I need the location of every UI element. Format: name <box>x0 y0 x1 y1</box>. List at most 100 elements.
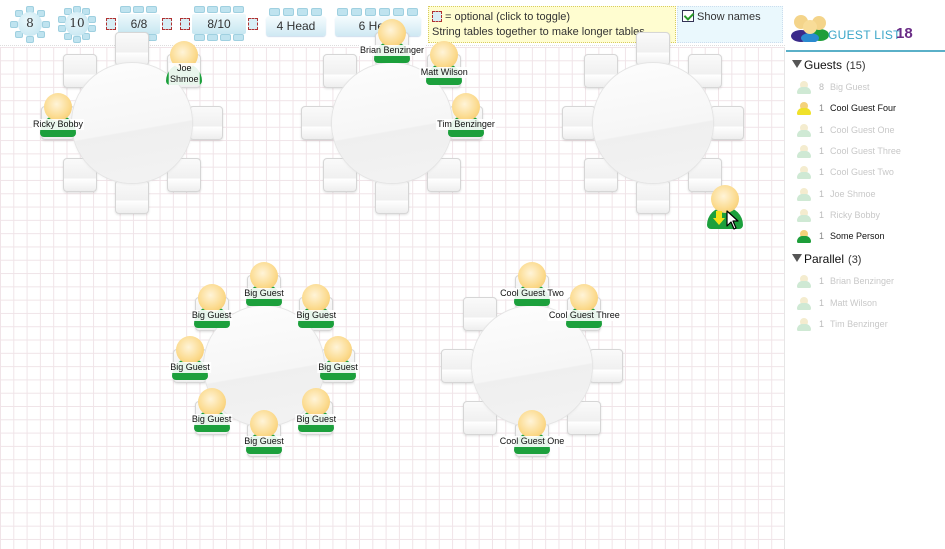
guest-group-header[interactable]: Guests (15) <box>792 58 866 72</box>
guest-head-icon <box>518 262 546 290</box>
chair[interactable] <box>375 180 409 214</box>
mouse-cursor-icon <box>726 210 739 230</box>
guest-quantity: 1 <box>819 188 825 199</box>
seated-guest[interactable]: Matt Wilson <box>419 40 469 91</box>
optional-seat-toggle[interactable] <box>180 18 190 30</box>
guest-name-label: Cool Guest One <box>498 436 566 447</box>
chair-icon <box>73 35 81 43</box>
palette-label: 8 <box>26 16 34 30</box>
chair[interactable] <box>589 349 623 383</box>
guest-list-item[interactable]: 1 Ricky Bobby <box>796 208 941 226</box>
guest-name: Cool Guest Three <box>830 145 901 156</box>
round-table[interactable] <box>593 63 713 183</box>
guest-head-icon <box>378 19 406 47</box>
group-name: Guests <box>804 58 843 72</box>
chair[interactable] <box>441 349 475 383</box>
guest-list-item[interactable]: 1 Cool Guest Two <box>796 165 941 183</box>
seated-guest[interactable]: Big Guest <box>190 388 233 438</box>
seated-guest[interactable]: Big Guest <box>169 336 211 386</box>
seated-guest[interactable]: Cool Guest One <box>498 410 566 460</box>
guest-name-label: Joe Shmoe <box>169 62 200 85</box>
guest-list-item[interactable]: 1 Tim Benzinger <box>796 317 941 335</box>
guest-list-item[interactable]: 1 Some Person <box>796 229 941 247</box>
person-yellow-icon <box>796 102 812 116</box>
seated-guest[interactable]: Brian Benzinger <box>358 19 426 69</box>
guest-head-icon <box>518 410 546 438</box>
guest-group-header[interactable]: Parallel (3) <box>792 252 861 266</box>
optional-seat-toggle[interactable] <box>162 18 172 30</box>
show-names-box: Show names <box>677 6 783 43</box>
group-count: (15) <box>846 60 866 72</box>
guest-head-icon <box>197 283 226 312</box>
person-icon <box>796 187 812 202</box>
chair[interactable] <box>115 180 149 214</box>
seated-guest[interactable]: Cool Guest Two <box>499 262 565 312</box>
seated-guest[interactable]: Ricky Bobby <box>31 93 85 143</box>
guest-head-icon <box>176 336 204 364</box>
guest-name-label: Big Guest <box>169 362 211 373</box>
guest-name-label: Tim Benzinger <box>436 119 496 130</box>
palette-round-table-8[interactable]: 8 <box>10 5 50 43</box>
guest-quantity: 1 <box>819 209 825 220</box>
guest-name: Brian Benzinger <box>830 276 895 287</box>
guest-name-label: Brian Benzinger <box>358 45 426 56</box>
palette-rect-table-8-10[interactable]: 8/10 <box>178 5 258 41</box>
chair-icon <box>269 8 280 16</box>
group-name: Parallel <box>804 252 845 267</box>
show-names-toggle[interactable]: Show names <box>682 10 761 23</box>
guest-list-item[interactable]: 8 Big Guest <box>796 80 941 98</box>
seated-guest[interactable]: Tim Benzinger <box>436 93 496 143</box>
guest-name-label: Big Guest <box>317 362 359 373</box>
seated-guest[interactable]: Cool Guest Three <box>547 283 621 334</box>
chair-icon <box>220 34 231 41</box>
guest-quantity: 1 <box>819 297 825 308</box>
guest-head-icon <box>302 283 331 312</box>
optional-seat-toggle[interactable] <box>106 18 116 30</box>
chair-icon <box>407 8 418 16</box>
person-icon <box>796 123 812 138</box>
seated-guest[interactable]: Big Guest <box>317 336 359 386</box>
seated-guest[interactable]: Big Guest <box>295 388 338 438</box>
guest-quantity: 1 <box>819 276 825 287</box>
collapse-triangle-icon[interactable] <box>792 60 802 68</box>
guest-name: Big Guest <box>830 82 870 92</box>
guest-quantity: 1 <box>819 124 825 135</box>
guest-name: Cool Guest Two <box>830 167 894 178</box>
hint-optional-text: = optional (click to toggle) <box>445 11 571 23</box>
guest-list-item[interactable]: 1 Cool Guest Three <box>796 144 941 162</box>
collapse-triangle-icon[interactable] <box>792 254 802 263</box>
chair[interactable] <box>710 106 744 140</box>
seated-guest[interactable]: Big Guest <box>243 262 285 312</box>
chair[interactable] <box>115 32 149 66</box>
guest-list-item[interactable]: 1 Matt Wilson <box>796 296 941 314</box>
chair[interactable] <box>562 106 596 140</box>
guest-list-item[interactable]: 1 Joe Shmoe <box>796 187 941 205</box>
guest-name-label: Cool Guest Three <box>547 309 621 321</box>
seated-guest[interactable]: Big Guest <box>243 410 285 460</box>
chair-icon <box>233 6 244 13</box>
optional-seat-icon <box>432 11 442 22</box>
person-icon <box>796 144 812 159</box>
show-names-checkbox[interactable] <box>682 10 694 22</box>
chair[interactable] <box>301 106 335 140</box>
guest-name-label: Ricky Bobby <box>31 119 85 130</box>
guest-list-item[interactable]: 1 Cool Guest Four <box>796 101 941 119</box>
seated-guest[interactable]: Joe Shmoe <box>164 40 204 91</box>
guest-list-item[interactable]: 1 Cool Guest One <box>796 123 941 141</box>
guest-name: Cool Guest Four <box>830 103 897 114</box>
seating-floor[interactable]: Joe Shmoe Ricky Bobby Brian Benzinger Matt … <box>0 19 785 549</box>
seated-guest[interactable]: Big Guest <box>190 283 233 334</box>
guest-head-icon <box>44 93 72 121</box>
chair-icon <box>120 6 131 13</box>
chair[interactable] <box>636 180 670 214</box>
guest-name-label: Big Guest <box>295 414 338 426</box>
guest-quantity: 1 <box>819 145 825 156</box>
guest-list-item[interactable]: 1 Brian Benzinger <box>796 274 941 292</box>
chair[interactable] <box>636 32 670 66</box>
seated-guest[interactable]: Big Guest <box>295 283 338 334</box>
optional-seat-toggle[interactable] <box>248 18 258 30</box>
chair[interactable] <box>189 106 223 140</box>
palette-head-table-4[interactable]: 4 Head <box>265 5 327 41</box>
palette-round-table-10[interactable]: 10 <box>57 5 97 43</box>
guest-name: Tim Benzinger <box>830 319 888 329</box>
